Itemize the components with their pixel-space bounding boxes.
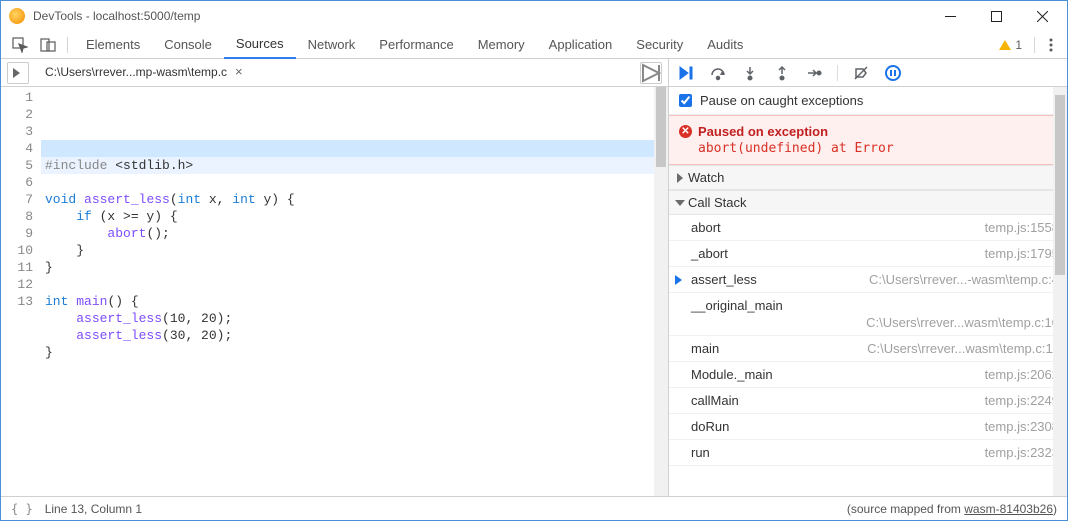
code-editor[interactable]: 12345678910111213 #include <stdlib.h> vo… [1, 87, 668, 496]
resume-button[interactable] [677, 64, 695, 82]
callstack-section-header[interactable]: Call Stack [669, 190, 1067, 215]
frame-location: temp.js:1558 [985, 220, 1059, 235]
debugger-panel: Pause on caught exceptions ✕ Paused on ex… [669, 59, 1067, 496]
open-file-name: C:\Users\rrever...mp-wasm\temp.c [45, 65, 227, 79]
tab-sources[interactable]: Sources [224, 31, 296, 59]
devtools-tabbar: ElementsConsoleSourcesNetworkPerformance… [1, 31, 1067, 59]
step-into-button[interactable] [741, 64, 759, 82]
step-out-button[interactable] [773, 64, 791, 82]
chevron-down-icon [675, 200, 685, 206]
pause-on-caught-label: Pause on caught exceptions [700, 93, 863, 108]
frame-name: assert_less [691, 272, 757, 287]
debugger-toolbar [669, 59, 1067, 87]
scrollbar-thumb[interactable] [656, 87, 666, 167]
warning-count: 1 [1015, 38, 1022, 52]
frame-location: temp.js:2308 [985, 419, 1059, 434]
frame-name: callMain [691, 393, 739, 408]
pause-on-caught-row[interactable]: Pause on caught exceptions [669, 87, 1067, 115]
frame-location: C:\Users\rrever...wasm\temp.c:10 [691, 315, 1059, 330]
open-file-tab[interactable]: C:\Users\rrever...mp-wasm\temp.c × [37, 59, 253, 87]
tab-memory[interactable]: Memory [466, 31, 537, 59]
tab-console[interactable]: Console [152, 31, 224, 59]
file-tab-row: C:\Users\rrever...mp-wasm\temp.c × [1, 59, 668, 87]
tab-network[interactable]: Network [296, 31, 368, 59]
exception-title: Paused on exception [698, 124, 828, 139]
exception-banner: ✕ Paused on exception abort(undefined) at… [669, 115, 1067, 165]
execution-line-highlight [41, 140, 668, 157]
window-close-button[interactable] [1019, 1, 1065, 31]
code-content: #include <stdlib.h> void assert_less(int… [45, 157, 668, 378]
callstack-section-label: Call Stack [688, 195, 747, 210]
frame-location: temp.js:2062 [985, 367, 1059, 382]
callstack-frame[interactable]: main C:\Users\rrever...wasm\temp.c:11 [669, 336, 1067, 362]
callstack-frame[interactable]: callMain temp.js:2249 [669, 388, 1067, 414]
callstack-frame[interactable]: run temp.js:2323 [669, 440, 1067, 466]
frame-location: temp.js:2249 [985, 393, 1059, 408]
frame-location: temp.js:2323 [985, 445, 1059, 460]
frame-name: abort [691, 220, 721, 235]
status-bar: { } Line 13, Column 1 (source mapped fro… [1, 496, 1067, 520]
frame-location: C:\Users\rrever...wasm\temp.c:11 [867, 341, 1059, 356]
exception-message: abort(undefined) at Error [698, 141, 1057, 156]
callstack-frame[interactable]: __original_main C:\Users\rrever...wasm\te… [669, 293, 1067, 336]
callstack-frame[interactable]: _abort temp.js:1795 [669, 241, 1067, 267]
tab-application[interactable]: Application [537, 31, 625, 59]
scrollbar-thumb[interactable] [1055, 95, 1065, 275]
pause-on-exceptions-button[interactable] [884, 64, 902, 82]
frame-name: Module._main [691, 367, 773, 382]
callstack-frame[interactable]: assert_less C:\Users\rrever...-wasm\temp.… [669, 267, 1067, 293]
warning-indicator[interactable]: 1 [999, 38, 1022, 52]
more-menu-button[interactable] [1041, 38, 1061, 52]
warning-icon [999, 40, 1011, 50]
watch-section-header[interactable]: Watch [669, 165, 1067, 190]
frame-location: temp.js:1795 [985, 246, 1059, 261]
step-button[interactable] [805, 64, 823, 82]
frame-name: main [691, 341, 719, 356]
pause-on-caught-checkbox[interactable] [679, 94, 692, 107]
callstack-frame[interactable]: abort temp.js:1558 [669, 215, 1067, 241]
step-over-button[interactable] [709, 64, 727, 82]
chevron-right-icon [677, 173, 683, 183]
window-titlebar: DevTools - localhost:5000/temp [1, 1, 1067, 31]
error-icon: ✕ [679, 125, 692, 138]
window-title: DevTools - localhost:5000/temp [33, 9, 200, 23]
tab-performance[interactable]: Performance [367, 31, 465, 59]
frame-location: C:\Users\rrever...-wasm\temp.c:4 [869, 272, 1059, 287]
device-toolbar-icon[interactable] [35, 31, 61, 59]
tab-audits[interactable]: Audits [695, 31, 755, 59]
frame-name: run [691, 445, 710, 460]
tab-security[interactable]: Security [624, 31, 695, 59]
panel-scrollbar[interactable] [1053, 87, 1067, 496]
cursor-position: Line 13, Column 1 [45, 502, 142, 516]
navigator-toggle-button[interactable] [7, 62, 29, 84]
callstack-frame[interactable]: Module._main temp.js:2062 [669, 362, 1067, 388]
watch-section-label: Watch [688, 170, 724, 185]
frame-name: _abort [691, 246, 728, 261]
close-file-button[interactable]: × [233, 64, 245, 79]
deactivate-breakpoints-button[interactable] [852, 64, 870, 82]
callstack-frame[interactable]: doRun temp.js:2308 [669, 414, 1067, 440]
callstack-frames: abort temp.js:1558 _abort temp.js:1795 asser… [669, 215, 1067, 466]
devtools-app-icon [9, 8, 25, 24]
frame-name: doRun [691, 419, 729, 434]
inspect-element-icon[interactable] [7, 31, 33, 59]
line-gutter: 12345678910111213 [1, 87, 41, 496]
pretty-print-icon[interactable]: { } [11, 502, 33, 516]
window-maximize-button[interactable] [973, 1, 1019, 31]
tab-elements[interactable]: Elements [74, 31, 152, 59]
window-minimize-button[interactable] [927, 1, 973, 31]
source-map-link[interactable]: wasm-81403b26 [964, 502, 1053, 516]
frame-name: __original_main [691, 298, 783, 313]
run-snippet-button[interactable] [640, 62, 662, 84]
source-map-info: (source mapped from wasm-81403b26) [847, 502, 1057, 516]
